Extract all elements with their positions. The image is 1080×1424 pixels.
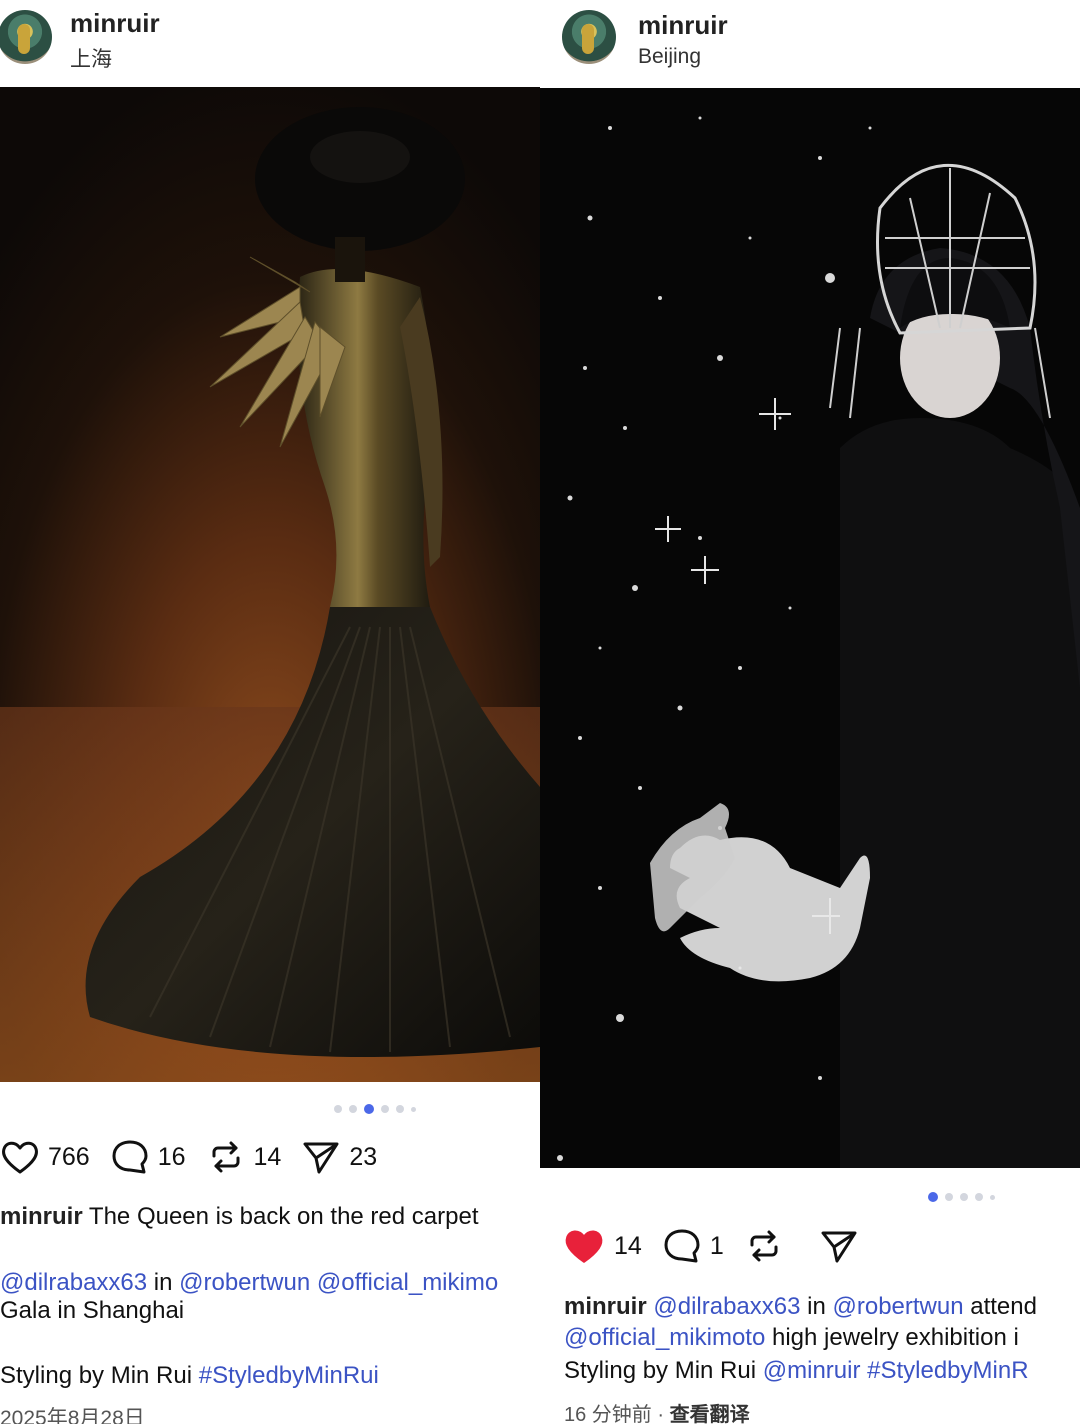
action-bar: 766 16 14 23 (0, 1138, 397, 1176)
heart-icon (565, 1230, 603, 1263)
repost-count: 14 (253, 1142, 282, 1171)
caption-tail-2: high jewelry exhibition i (765, 1324, 1019, 1351)
carousel-dot (975, 1193, 983, 1201)
caption-username[interactable]: minruir (0, 1203, 83, 1230)
like-button[interactable]: 766 (0, 1138, 90, 1176)
location[interactable]: 上海 (70, 43, 112, 73)
mention-official-mikimoto[interactable]: @official_mikimo (310, 1269, 498, 1296)
caption-in: in (147, 1269, 180, 1296)
avatar[interactable] (562, 10, 616, 64)
left-post: minruir 上海 766 16 14 23 minruir The Quee… (0, 0, 540, 1424)
repost-icon (212, 1141, 240, 1173)
caption-line-3: Gala in Shanghai (0, 1297, 185, 1324)
share-button[interactable]: 23 (301, 1138, 377, 1176)
comment-button[interactable]: 16 (110, 1138, 186, 1176)
carousel-dot (990, 1194, 995, 1200)
post-meta: 16 分钟前 · 查看翻译 (564, 1398, 750, 1424)
carousel-dot (334, 1105, 342, 1113)
carousel-dot (960, 1193, 968, 1201)
hashtag-styledbyminrui[interactable]: #StyledbyMinRui (199, 1362, 379, 1389)
like-count: 14 (614, 1231, 642, 1260)
repost-button[interactable] (744, 1227, 784, 1265)
comment-icon (664, 1229, 700, 1263)
mention-minruir[interactable]: @minruir (763, 1357, 861, 1384)
username[interactable]: minruir (70, 8, 160, 39)
mention-robertwun[interactable]: @robertwun (832, 1293, 963, 1320)
styling-text: Styling by Min Rui (564, 1357, 763, 1384)
carousel-indicator (334, 1104, 416, 1114)
carousel-dot (349, 1105, 357, 1113)
styling-text: Styling by Min Rui (0, 1362, 199, 1389)
comment-button[interactable]: 1 (662, 1227, 724, 1265)
share-count: 23 (349, 1142, 378, 1171)
right-post: minruir Beijing 14 1 minruir @dilrabaxx6… (540, 0, 1080, 1424)
like-button[interactable]: 14 (562, 1226, 642, 1266)
mention-robertwun[interactable]: @robertwun (179, 1269, 310, 1296)
caption-line-2: @official_mikimoto high jewelry exhibiti… (564, 1321, 1019, 1354)
caption-tail-1: attend (963, 1293, 1037, 1320)
carousel-indicator (928, 1192, 995, 1202)
translate-link[interactable]: 查看翻译 (670, 1404, 750, 1424)
comment-count: 16 (157, 1142, 186, 1171)
username[interactable]: minruir (638, 10, 728, 41)
time-ago: 16 分钟前 (564, 1404, 652, 1424)
meta-separator: · (651, 1404, 670, 1424)
post-photo-jewelry[interactable] (540, 88, 1080, 1168)
mention-dilrabaxx63[interactable]: @dilrabaxx63 (647, 1293, 800, 1320)
carousel-dot (945, 1193, 953, 1201)
caption-username[interactable]: minruir (564, 1293, 647, 1320)
caption-line-3: Styling by Min Rui @minruir #StyledbyMin… (564, 1354, 1029, 1387)
action-bar: 14 1 (562, 1226, 880, 1266)
carousel-dot (396, 1105, 404, 1113)
repost-button[interactable]: 14 (206, 1138, 282, 1176)
caption-line-1: minruir The Queen is back on the red car… (0, 1200, 479, 1233)
comment-count: 1 (709, 1231, 724, 1260)
send-icon (303, 1142, 339, 1174)
caption-line-1: minruir @dilrabaxx63 in @robertwun atten… (564, 1290, 1037, 1323)
jewelry-illustration (540, 88, 1080, 1168)
like-count: 766 (48, 1142, 90, 1171)
carousel-dot-active (928, 1192, 938, 1202)
caption-in: in (800, 1293, 833, 1320)
gown-illustration (0, 87, 540, 1082)
share-button[interactable] (818, 1227, 860, 1265)
post-date: 2025年8月28日 (0, 1407, 145, 1424)
location[interactable]: Beijing (638, 45, 701, 69)
caption-text: The Queen is back on the red carpet (82, 1203, 479, 1230)
carousel-dot (411, 1106, 416, 1112)
mention-official-mikimoto[interactable]: @official_mikimoto (564, 1324, 765, 1351)
carousel-dot-active (364, 1104, 374, 1114)
send-icon (821, 1231, 857, 1263)
mention-dilrabaxx63[interactable]: @dilrabaxx63 (0, 1269, 147, 1296)
heart-icon (2, 1141, 38, 1174)
avatar[interactable] (0, 10, 52, 64)
caption-line-4: Styling by Min Rui #StyledbyMinRui (0, 1359, 379, 1392)
repost-icon (750, 1230, 778, 1262)
hashtag-styledbyminrui[interactable]: #StyledbyMinR (860, 1357, 1028, 1384)
post-photo-gown[interactable] (0, 87, 540, 1082)
comment-icon (112, 1140, 148, 1174)
carousel-dot (381, 1105, 389, 1113)
